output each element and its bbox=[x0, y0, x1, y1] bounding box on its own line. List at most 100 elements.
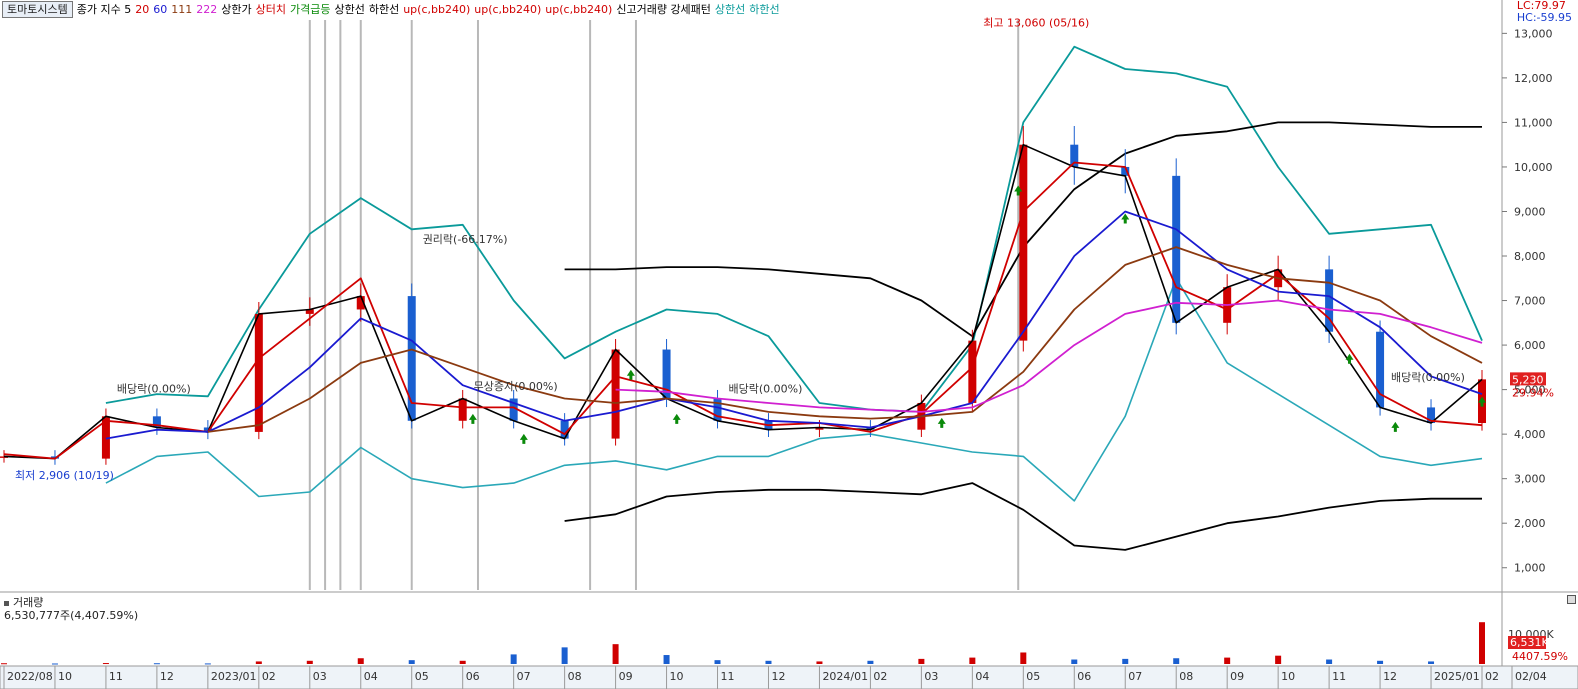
stock-chart-window: 1,000 2,000 3,000 4,000 5,000 6,000 7,000 8,000… bbox=[0, 0, 1578, 689]
x-tick-label: 11 bbox=[721, 670, 735, 683]
volume-bar bbox=[1173, 658, 1180, 664]
legend-items: 종가 지수 5 20 60 111 222 상한가 상터치 가격급등 상한선 하한선 up(c,bb… bbox=[77, 3, 784, 16]
legend-item[interactable]: 111 bbox=[171, 3, 192, 16]
legend-item[interactable]: 상터치 bbox=[256, 3, 286, 16]
x-tick-label: 2023/01 bbox=[211, 670, 257, 683]
x-tick-label: 2025/01 bbox=[1434, 670, 1480, 683]
volume-bar bbox=[255, 661, 262, 664]
volume-bar bbox=[408, 660, 415, 664]
x-tick-label: 10 bbox=[1281, 670, 1295, 683]
x-tick-label: 08 bbox=[1179, 670, 1193, 683]
chart-annotation: 배당락(0.00%) bbox=[117, 382, 191, 395]
volume-value: 6,530,777주(4,407.59%) bbox=[4, 609, 139, 622]
y-tick-label: 6,000 bbox=[1514, 339, 1546, 352]
x-tick-label: 02 bbox=[262, 670, 276, 683]
x-tick-label: 08 bbox=[568, 670, 582, 683]
last-price-label: 5,230 bbox=[1512, 373, 1544, 386]
volume-bar bbox=[204, 663, 211, 665]
x-tick-label: 06 bbox=[466, 670, 480, 683]
volume-bar bbox=[1, 663, 7, 665]
volume-bar bbox=[663, 655, 670, 664]
legend-item[interactable]: 상한선 bbox=[715, 3, 745, 16]
legend-item[interactable]: 상한가 bbox=[221, 3, 251, 16]
x-tick-label: 03 bbox=[924, 670, 938, 683]
chart-annotation: 최고 13,060 (05/16) bbox=[983, 17, 1089, 30]
volume-bar bbox=[153, 663, 160, 665]
y-tick-label: 7,000 bbox=[1514, 295, 1546, 308]
last-change-label: 29.94% bbox=[1512, 386, 1554, 399]
y-tick-label: 10,000 bbox=[1514, 161, 1553, 174]
candle-body bbox=[1019, 144, 1028, 341]
y-tick-label: 2,000 bbox=[1514, 517, 1546, 530]
legend-item[interactable]: 상한선 bbox=[334, 3, 364, 16]
x-tick-label: 12 bbox=[771, 670, 785, 683]
volume-bar bbox=[51, 663, 58, 665]
volume-bar bbox=[816, 661, 823, 664]
volume-ratio-label: 4407.59% bbox=[1512, 650, 1568, 663]
legend-item[interactable]: 60 bbox=[153, 3, 167, 16]
chart-annotation: 권리락(-66.17%) bbox=[423, 233, 508, 246]
x-tick-label: 06 bbox=[1077, 670, 1091, 683]
volume-last-label: 6,531K bbox=[1510, 636, 1549, 649]
legend-item[interactable]: 가격급등 bbox=[290, 3, 330, 16]
y-tick-label: 1,000 bbox=[1514, 562, 1546, 575]
y-tick-label: 8,000 bbox=[1514, 250, 1546, 263]
x-tick-label: 12 bbox=[1383, 670, 1397, 683]
volume-bar bbox=[1428, 661, 1435, 664]
legend-item[interactable]: 신고거래량 강세패턴 bbox=[616, 3, 711, 16]
legend-item[interactable]: 222 bbox=[196, 3, 217, 16]
y-tick-label: 4,000 bbox=[1514, 428, 1546, 441]
x-tick-label: 10 bbox=[670, 670, 684, 683]
x-tick-label: 11 bbox=[109, 670, 123, 683]
x-tick-label: 07 bbox=[1128, 670, 1142, 683]
legend-item[interactable]: 하한선 bbox=[749, 3, 779, 16]
y-tick-label: 9,000 bbox=[1514, 205, 1546, 218]
x-tick-label: 2024/01 bbox=[822, 670, 868, 683]
chart-background bbox=[0, 0, 1578, 689]
x-tick-label: 09 bbox=[1230, 670, 1244, 683]
chart-annotation: 배당락(0.00%) bbox=[1391, 371, 1465, 384]
volume-bar bbox=[1479, 622, 1485, 664]
x-tick-label: 02 bbox=[1485, 670, 1499, 683]
x-tick-label: 09 bbox=[619, 670, 633, 683]
stock-name-box[interactable]: 토마토시스템 bbox=[2, 1, 73, 18]
x-tick-label: 11 bbox=[1332, 670, 1346, 683]
legend-item[interactable]: 20 bbox=[135, 3, 149, 16]
x-tick-label: 04 bbox=[364, 670, 378, 683]
volume-bar bbox=[714, 660, 721, 664]
volume-bar bbox=[306, 660, 313, 664]
lc-hc-readout: LC:79.97 HC:-59.95 bbox=[1517, 0, 1572, 24]
y-tick-label: 11,000 bbox=[1514, 116, 1553, 129]
x-tick-label: 2022/08 bbox=[7, 670, 53, 683]
volume-bar bbox=[1122, 658, 1129, 664]
candle-body bbox=[458, 398, 467, 421]
x-tick-label: 04 bbox=[975, 670, 989, 683]
legend-item[interactable]: up(c,bb240) bbox=[545, 3, 612, 16]
x-tick-label: 02 bbox=[873, 670, 887, 683]
volume-bar bbox=[459, 660, 466, 664]
legend-item[interactable]: up(c,bb240) bbox=[403, 3, 470, 16]
volume-bar bbox=[918, 658, 925, 664]
price-chart[interactable]: 1,0002,0003,0004,0005,0006,0007,0008,000… bbox=[0, 0, 1578, 689]
hc-value: HC:-59.95 bbox=[1516, 11, 1572, 24]
legend-item[interactable]: up(c,bb240) bbox=[474, 3, 541, 16]
volume-bar bbox=[102, 663, 109, 665]
volume-panel-title: 거래량 6,530,777주(4,407.59%) bbox=[4, 596, 138, 622]
volume-panel-resize-icon[interactable] bbox=[1567, 595, 1576, 604]
chart-annotation: 최저 2,906 (10/19) bbox=[15, 469, 114, 482]
y-tick-label: 3,000 bbox=[1514, 473, 1546, 486]
candle-body bbox=[611, 349, 620, 439]
volume-bar bbox=[867, 660, 874, 664]
legend-item[interactable]: 하한선 bbox=[369, 3, 399, 16]
volume-bar bbox=[1275, 655, 1282, 664]
legend-bar: 토마토시스템 종가 지수 5 20 60 111 222 상한가 상터치 가격급등 상한선 하한선 u… bbox=[2, 1, 788, 19]
x-tick-label: 03 bbox=[313, 670, 327, 683]
volume-bar bbox=[612, 644, 619, 664]
candle-body bbox=[254, 313, 263, 432]
volume-title: 거래량 bbox=[13, 596, 44, 609]
volume-bar bbox=[1020, 652, 1027, 664]
candle-body bbox=[1172, 175, 1181, 323]
volume-bar bbox=[1224, 657, 1231, 664]
x-tick-label: 07 bbox=[517, 670, 531, 683]
legend-item[interactable]: 종가 지수 5 bbox=[77, 3, 131, 16]
